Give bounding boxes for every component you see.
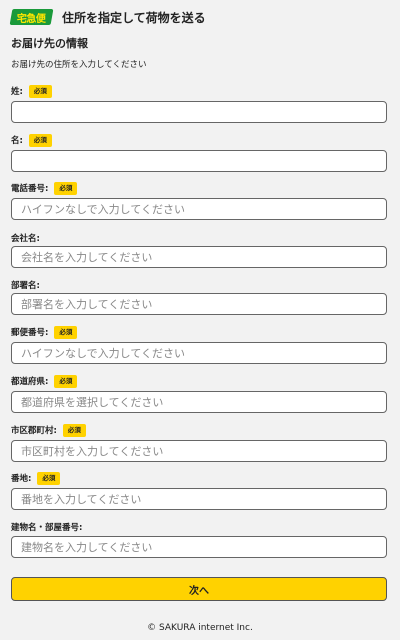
company-input[interactable] [11,246,387,268]
company-label: 会社名: [11,231,40,245]
required-badge: 必須 [37,471,61,485]
building-input[interactable] [11,536,387,558]
field-label-text: 姓: [11,87,23,97]
building-label: 建物名・部屋番号: [11,520,82,534]
first-name-label: 名: 必須 [11,133,52,147]
department-input[interactable] [11,293,387,315]
city-label: 市区郡町村: 必須 [11,423,86,437]
department-label: 部署名: [11,278,40,292]
app-header: 宅急便 住所を指定して荷物を送る [9,8,206,26]
field-label-text: 都道府県: [11,377,49,387]
required-badge: 必須 [28,84,52,98]
field-label-text: 建物名・部屋番号: [11,523,83,533]
field-label-text: 電話番号: [11,184,49,194]
field-label-text: 会社名: [11,234,40,244]
field-label-text: 市区郡町村: [11,426,57,436]
prefecture-input[interactable] [11,391,387,413]
field-label-text: 郵便番号: [11,328,49,338]
logo-text: 宅急便 [17,13,46,25]
first-name-input[interactable] [11,150,387,172]
field-label-text: 部署名: [11,281,40,291]
postal-code-label: 郵便番号: 必須 [11,325,78,339]
phone-label: 電話番号: 必須 [11,181,78,195]
street-input[interactable] [11,488,387,510]
takkyubin-logo: 宅急便 [9,9,54,25]
city-input[interactable] [11,440,387,462]
required-badge: 必須 [54,181,78,195]
required-badge: 必須 [62,423,86,437]
required-badge: 必須 [54,374,78,388]
section-title: お届け先の情報 [11,37,88,50]
last-name-input[interactable] [11,101,387,123]
required-badge: 必須 [54,325,78,339]
prefecture-label: 都道府県: 必須 [11,374,78,388]
phone-input[interactable] [11,198,387,220]
section-subtitle: お届け先の住所を入力してください [11,60,147,70]
field-label-text: 名: [11,136,23,146]
last-name-label: 姓: 必須 [11,84,52,98]
page-title: 住所を指定して荷物を送る [62,10,206,25]
next-button[interactable]: 次へ [11,577,387,601]
footer-copyright: © SAKURA internet Inc. [147,623,253,633]
street-label: 番地: 必須 [11,471,61,485]
field-label-text: 番地: [11,474,32,484]
required-badge: 必須 [28,133,52,147]
postal-code-input[interactable] [11,342,387,364]
